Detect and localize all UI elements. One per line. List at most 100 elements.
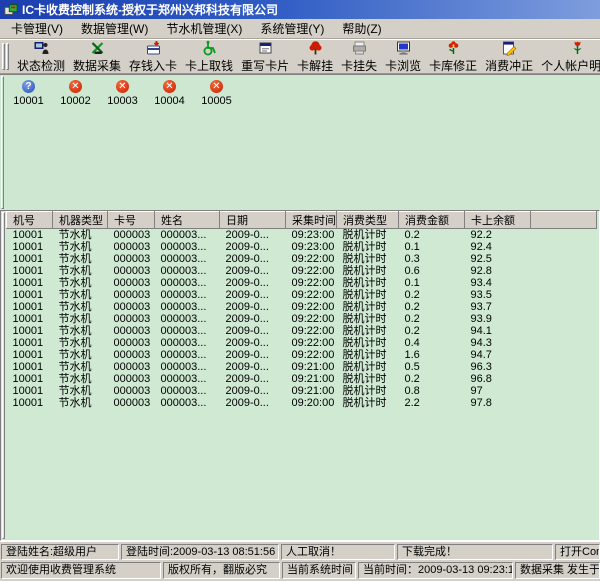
card-fix-icon <box>445 40 462 56</box>
table-row[interactable]: 10001 节水机 000003 000003... 2009-0... 09:… <box>7 373 597 385</box>
toolbar-status-detect-button[interactable]: 状态检测 <box>14 39 68 75</box>
table-row[interactable]: 10001 节水机 000003 000003... 2009-0... 09:… <box>7 397 597 409</box>
cell-date: 2009-0... <box>220 289 286 301</box>
cell-date: 2009-0... <box>220 397 286 409</box>
toolbar-label: 状态检测 <box>17 57 65 74</box>
cell-card-no: 000003 <box>108 289 155 301</box>
status-current-time: 当前时间：2009-03-13 09:23:12 <box>358 562 513 579</box>
cell-name: 000003... <box>155 241 220 253</box>
window-title: IC卡收费控制系统-授权于郑州兴邦科技有限公司 <box>22 1 278 18</box>
column-header-consume-type[interactable]: 消费类型 <box>337 212 399 229</box>
toolbar-card-browse-button[interactable]: 卡浏览 <box>382 39 424 75</box>
cell-name: 000003... <box>155 385 220 397</box>
cell-filler <box>531 301 597 313</box>
table-row[interactable]: 10001 节水机 000003 000003... 2009-0... 09:… <box>7 313 597 325</box>
cell-card-balance: 94.3 <box>465 337 531 349</box>
table-row[interactable]: 10001 节水机 000003 000003... 2009-0... 09:… <box>7 349 597 361</box>
machine-item-10001[interactable]: ? 10001 <box>11 80 46 107</box>
toolbar-consume-reversal-button[interactable]: 消费冲正 <box>482 39 536 75</box>
toolbar-label: 存钱入卡 <box>129 57 177 74</box>
cell-card-balance: 92.2 <box>465 229 531 242</box>
toolbar-gripper[interactable] <box>2 43 9 70</box>
cell-consume-amount: 0.2 <box>399 301 465 313</box>
cell-consume-amount: 2.2 <box>399 397 465 409</box>
toolbar-deposit-card-button[interactable]: 存钱入卡 <box>126 39 180 75</box>
cell-name: 000003... <box>155 397 220 409</box>
cell-consume-type: 脱机计时 <box>337 229 399 242</box>
table-row[interactable]: 10001 节水机 000003 000003... 2009-0... 09:… <box>7 253 597 265</box>
machine-item-10002[interactable]: ✕ 10002 <box>58 80 93 107</box>
status-bar-2: 欢迎使用收费管理系统 版权所有，翻版必究 当前系统时间 当前时间：2009-03… <box>0 560 600 579</box>
cell-consume-amount: 0.4 <box>399 337 465 349</box>
table-row[interactable]: 10001 节水机 000003 000003... 2009-0... 09:… <box>7 289 597 301</box>
collection-grid-panel: 机号 机器类型 卡号 姓名 日期 采集时间 消费类型 消费金额 卡上余额 100… <box>0 210 600 541</box>
table-row[interactable]: 10001 节水机 000003 000003... 2009-0... 09:… <box>7 277 597 289</box>
title-bar: IC卡收费控制系统-授权于郑州兴邦科技有限公司 <box>0 0 600 19</box>
cell-date: 2009-0... <box>220 373 286 385</box>
toolbar-label: 卡解挂 <box>297 57 333 74</box>
machine-item-10004[interactable]: ✕ 10004 <box>152 80 187 107</box>
column-header-name[interactable]: 姓名 <box>155 212 220 229</box>
account-detail-icon <box>569 40 586 56</box>
toolbar-account-detail-button[interactable]: 个人帐户明细 <box>538 39 600 75</box>
machine-id: 10002 <box>60 95 91 107</box>
grid-header-row: 机号 机器类型 卡号 姓名 日期 采集时间 消费类型 消费金额 卡上余额 <box>7 212 597 229</box>
table-row[interactable]: 10001 节水机 000003 000003... 2009-0... 09:… <box>7 301 597 313</box>
cell-card-balance: 93.9 <box>465 313 531 325</box>
menu-help[interactable]: 帮助(Z) <box>333 18 390 39</box>
cell-card-no: 000003 <box>108 241 155 253</box>
cell-collect-time: 09:22:00 <box>286 301 337 313</box>
toolbar-card-loss-button[interactable]: 卡挂失 <box>338 39 380 75</box>
cell-consume-type: 脱机计时 <box>337 397 399 409</box>
error-icon: ✕ <box>163 80 176 93</box>
cell-collect-time: 09:22:00 <box>286 265 337 277</box>
status-com-port: 打开Com3失 <box>555 544 600 560</box>
card-unhang-icon <box>307 40 324 56</box>
table-row[interactable]: 10001 节水机 000003 000003... 2009-0... 09:… <box>7 361 597 373</box>
table-row[interactable]: 10001 节水机 000003 000003... 2009-0... 09:… <box>7 229 597 242</box>
menu-machine-management[interactable]: 节水机管理(X) <box>157 18 251 39</box>
table-row[interactable]: 10001 节水机 000003 000003... 2009-0... 09:… <box>7 337 597 349</box>
toolbar-card-unhang-button[interactable]: 卡解挂 <box>294 39 336 75</box>
toolbar-label: 卡挂失 <box>341 57 377 74</box>
cell-card-no: 000003 <box>108 337 155 349</box>
column-header-consume-amount[interactable]: 消费金额 <box>399 212 465 229</box>
machine-item-10003[interactable]: ✕ 10003 <box>105 80 140 107</box>
toolbar-label: 消费冲正 <box>485 57 533 74</box>
cell-filler <box>531 361 597 373</box>
table-row[interactable]: 10001 节水机 000003 000003... 2009-0... 09:… <box>7 265 597 277</box>
error-icon: ✕ <box>116 80 129 93</box>
menu-card-management[interactable]: 卡管理(V) <box>2 18 72 39</box>
panel-gripper[interactable] <box>2 212 5 539</box>
cell-card-no: 000003 <box>108 253 155 265</box>
status-login-name: 登陆姓名:超级用户 <box>1 544 119 560</box>
menu-data-management[interactable]: 数据管理(W) <box>72 18 157 39</box>
toolbar-data-collect-button[interactable]: 数据采集 <box>70 39 124 75</box>
cell-filler <box>531 373 597 385</box>
cell-date: 2009-0... <box>220 337 286 349</box>
menu-system-management[interactable]: 系统管理(Y) <box>251 18 333 39</box>
toolbar-withdraw-card-button[interactable]: 卡上取钱 <box>182 39 236 75</box>
toolbar-rewrite-card-button[interactable]: 重写卡片 <box>238 39 292 75</box>
panel-gripper[interactable] <box>1 76 4 209</box>
column-header-card-balance[interactable]: 卡上余额 <box>465 212 531 229</box>
column-header-machine-no[interactable]: 机号 <box>7 212 53 229</box>
column-header-machine-type[interactable]: 机器类型 <box>53 212 108 229</box>
cell-card-no: 000003 <box>108 313 155 325</box>
cell-collect-time: 09:23:00 <box>286 229 337 242</box>
table-row[interactable]: 10001 节水机 000003 000003... 2009-0... 09:… <box>7 385 597 397</box>
toolbar-card-fix-button[interactable]: 卡库修正 <box>426 39 480 75</box>
cell-name: 000003... <box>155 349 220 361</box>
machine-item-10005[interactable]: ✕ 10005 <box>199 80 234 107</box>
table-row[interactable]: 10001 节水机 000003 000003... 2009-0... 09:… <box>7 241 597 253</box>
cell-consume-type: 脱机计时 <box>337 337 399 349</box>
status-copyright: 版权所有，翻版必究 <box>163 562 280 579</box>
column-header-card-no[interactable]: 卡号 <box>108 212 155 229</box>
cell-machine-type: 节水机 <box>53 289 108 301</box>
column-header-collect-time[interactable]: 采集时间 <box>286 212 337 229</box>
cell-card-balance: 92.8 <box>465 265 531 277</box>
cell-machine-no: 10001 <box>7 385 53 397</box>
toolbar: 状态检测 数据采集 存钱入卡 卡上取钱 重写卡片 <box>0 39 600 74</box>
column-header-date[interactable]: 日期 <box>220 212 286 229</box>
table-row[interactable]: 10001 节水机 000003 000003... 2009-0... 09:… <box>7 325 597 337</box>
